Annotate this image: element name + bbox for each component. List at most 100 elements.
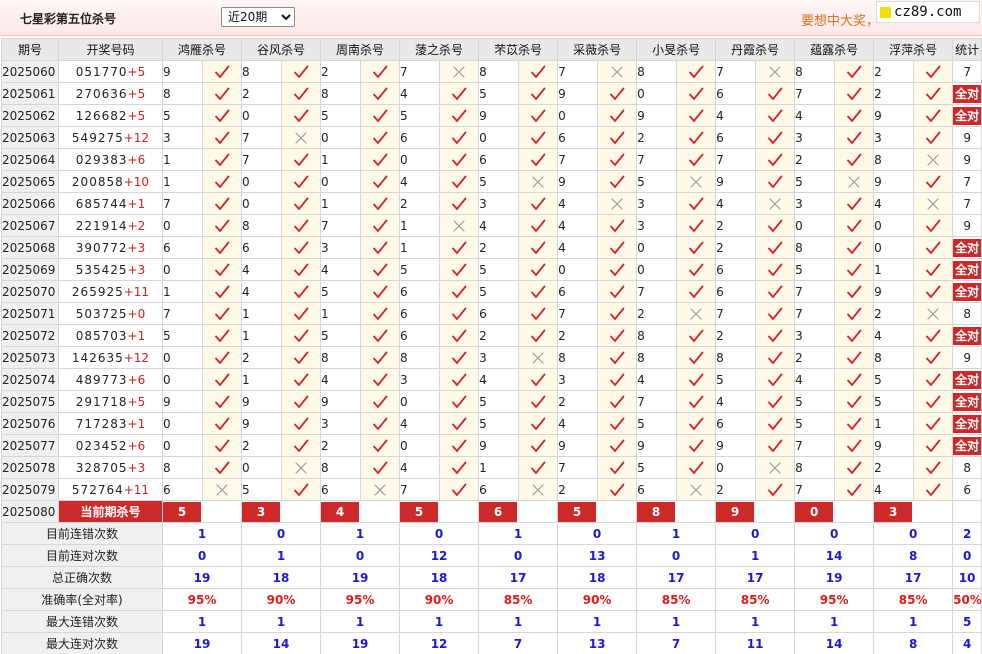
table-row: 2025077 023452+6 0 2 2 0 9 9 9 9 7 9 全对: [1, 434, 982, 457]
draw-digits: 503725: [75, 306, 128, 321]
kill-number-cell: 4: [241, 258, 283, 281]
result-mark-cell: [676, 346, 717, 369]
result-mark-cell: [676, 148, 717, 171]
result-mark-cell: [439, 324, 480, 347]
kill-number-cell: 3: [478, 192, 520, 215]
table-row: 2025072 085703+1 5 1 5 6 2 2 8 2 3 4 全对: [1, 324, 982, 347]
kill-number-cell: 4: [636, 368, 678, 391]
result-mark-cell: [834, 346, 875, 369]
stat-cell: 9: [952, 346, 982, 369]
result-mark-cell: [597, 280, 638, 303]
kill-number-cell: 3: [162, 126, 203, 149]
summary-value: 8: [873, 632, 954, 654]
kill-number-cell: 5: [162, 324, 203, 347]
result-mark-cell: [834, 456, 875, 479]
result-mark-cell: [913, 104, 954, 127]
summary-value: 0: [715, 522, 796, 545]
stat-cell: 全对: [952, 324, 982, 347]
draw-cell: 023452+6: [58, 434, 163, 457]
draw-cell: 503725+0: [58, 302, 163, 325]
kill-number-cell: 2: [715, 478, 757, 501]
kill-number-cell: 2: [241, 82, 283, 105]
result-mark-cell: [676, 170, 717, 193]
check-icon: [215, 197, 230, 210]
draw-cell: 328705+3: [58, 456, 163, 479]
kill-number-cell: 5: [873, 368, 915, 391]
kill-number-cell: 9: [636, 104, 678, 127]
table-row: 2025065 200858+10 1 0 0 4 5 9 5 9 5 9 7: [1, 170, 982, 193]
summary-label: 目前连错次数: [1, 522, 163, 545]
check-icon: [689, 263, 704, 276]
result-mark-cell: [676, 280, 717, 303]
period-select[interactable]: 近20期: [221, 7, 295, 27]
check-icon: [926, 219, 941, 232]
check-icon: [926, 109, 941, 122]
kill-number-cell: 5: [873, 390, 915, 413]
kill-number-cell: 0: [873, 214, 915, 237]
kill-number-cell: 8: [557, 346, 599, 369]
draw-bonus: +6: [127, 372, 146, 387]
result-mark-cell: [201, 258, 243, 281]
kill-number-cell: 7: [715, 148, 757, 171]
check-icon: [452, 417, 467, 430]
kill-number-cell: 8: [399, 346, 441, 369]
result-mark-cell: [439, 214, 480, 237]
result-mark-cell: [755, 170, 796, 193]
table-row: 2025074 489773+6 0 1 4 3 4 3 4 5 4 5 全对: [1, 368, 982, 391]
check-icon: [689, 351, 704, 364]
result-mark-cell: [360, 192, 401, 215]
result-mark-cell: [597, 390, 638, 413]
kill-number-cell: 9: [557, 434, 599, 457]
kill-number-cell: 5: [478, 280, 520, 303]
check-icon: [531, 131, 546, 144]
kill-number-cell: 0: [399, 434, 441, 457]
check-icon: [531, 329, 546, 342]
kill-number-cell: 7: [636, 280, 678, 303]
kill-number-cell: 7: [557, 60, 599, 83]
check-icon: [294, 153, 309, 166]
kill-number-cell: 3: [636, 214, 678, 237]
check-icon: [847, 395, 862, 408]
kill-number-cell: 6: [715, 258, 757, 281]
kill-number-cell: 5: [399, 104, 441, 127]
draw-cell: 535425+3: [58, 258, 163, 281]
cross-icon: [611, 65, 623, 78]
issue-cell: 2025064: [1, 148, 59, 171]
col-expert: 蕴露杀号: [794, 38, 875, 61]
check-icon: [926, 373, 941, 386]
result-mark-cell: [360, 434, 401, 457]
check-icon: [768, 219, 783, 232]
check-icon: [768, 329, 783, 342]
cross-icon: [769, 461, 781, 474]
table-row: 2025063 549275+12 3 7 0 6 0 6 2 6 3 3 9: [1, 126, 982, 149]
check-icon: [452, 351, 467, 364]
check-icon: [610, 373, 625, 386]
summary-label: 最大连对次数: [1, 632, 163, 654]
result-mark-cell: [597, 456, 638, 479]
logo-text: cz89.com: [894, 4, 962, 20]
result-mark-cell: [360, 104, 401, 127]
check-icon: [452, 197, 467, 210]
kill-number-cell: 7: [794, 280, 836, 303]
table-row: 2025060 051770+5 9 8 2 7 8 7 8 7 8 2 7: [1, 60, 982, 83]
draw-digits: 549275: [71, 130, 124, 145]
result-mark-cell: [201, 302, 243, 325]
kill-number-cell: 0: [241, 192, 283, 215]
result-mark-cell: [201, 346, 243, 369]
issue-cell: 2025080: [1, 500, 59, 523]
check-icon: [610, 483, 625, 496]
result-mark-cell: [755, 280, 796, 303]
check-icon: [215, 329, 230, 342]
result-mark-cell: [597, 236, 638, 259]
result-mark-cell: [755, 346, 796, 369]
table-row: 2025071 503725+0 7 1 1 6 6 7 2 7 7 2 8: [1, 302, 982, 325]
kill-number-cell: 9: [557, 82, 599, 105]
result-mark-cell: [439, 126, 480, 149]
all-correct-badge: 全对: [953, 238, 981, 257]
kill-number-cell: 0: [320, 126, 362, 149]
site-logo[interactable]: cz89.com: [876, 1, 980, 23]
result-mark-cell: [360, 280, 401, 303]
check-icon: [373, 87, 388, 100]
check-icon: [531, 219, 546, 232]
check-icon: [294, 263, 309, 276]
